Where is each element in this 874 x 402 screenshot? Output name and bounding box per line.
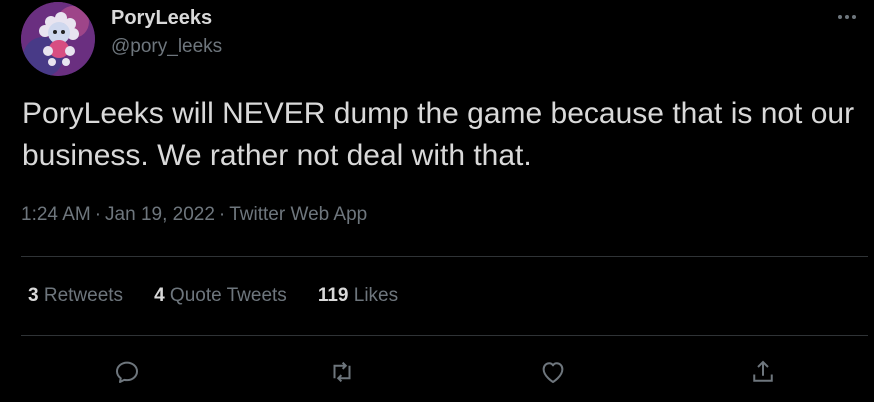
author-handle[interactable]: @pory_leeks <box>111 36 222 58</box>
quote-tweets-stat[interactable]: 4 Quote Tweets <box>154 285 287 307</box>
tweet-metadata: 1:24 AM · Jan 19, 2022 · Twitter Web App <box>21 204 367 226</box>
meta-separator: · <box>218 204 226 225</box>
quote-tweets-label: Quote Tweets <box>169 285 287 306</box>
tweet-detail: PoryLeeks @pory_leeks PoryLeeks will NEV… <box>0 0 874 402</box>
reply-button[interactable] <box>107 352 147 392</box>
retweets-label: Retweets <box>43 285 124 306</box>
tweet-source[interactable]: Twitter Web App <box>229 204 367 225</box>
tweet-stats: 3 Retweets 4 Quote Tweets 119 Likes <box>28 285 429 307</box>
tweet-text: PoryLeeks will NEVER dump the game becau… <box>22 97 855 172</box>
likes-label: Likes <box>353 285 399 306</box>
share-icon <box>753 360 773 382</box>
divider <box>21 335 868 336</box>
more-options-icon[interactable] <box>832 6 862 28</box>
divider <box>21 256 868 257</box>
reply-icon <box>116 361 138 383</box>
share-button[interactable] <box>743 352 783 392</box>
quote-tweets-count: 4 <box>154 285 165 306</box>
like-icon <box>542 362 564 383</box>
likes-count: 119 <box>317 285 349 306</box>
retweets-stat[interactable]: 3 Retweets <box>28 285 123 307</box>
avatar-image <box>21 2 95 76</box>
retweet-icon <box>333 361 351 383</box>
likes-stat[interactable]: 119 Likes <box>318 285 398 307</box>
author-display-name[interactable]: PoryLeeks <box>111 7 212 30</box>
tweet-time[interactable]: 1:24 AM <box>21 204 91 225</box>
tweet-actions <box>0 352 874 392</box>
retweet-button[interactable] <box>322 352 362 392</box>
meta-separator: · <box>94 204 102 225</box>
avatar[interactable] <box>21 2 95 76</box>
tweet-date[interactable]: Jan 19, 2022 <box>105 204 215 225</box>
retweets-count: 3 <box>28 285 39 306</box>
like-button[interactable] <box>533 352 573 392</box>
